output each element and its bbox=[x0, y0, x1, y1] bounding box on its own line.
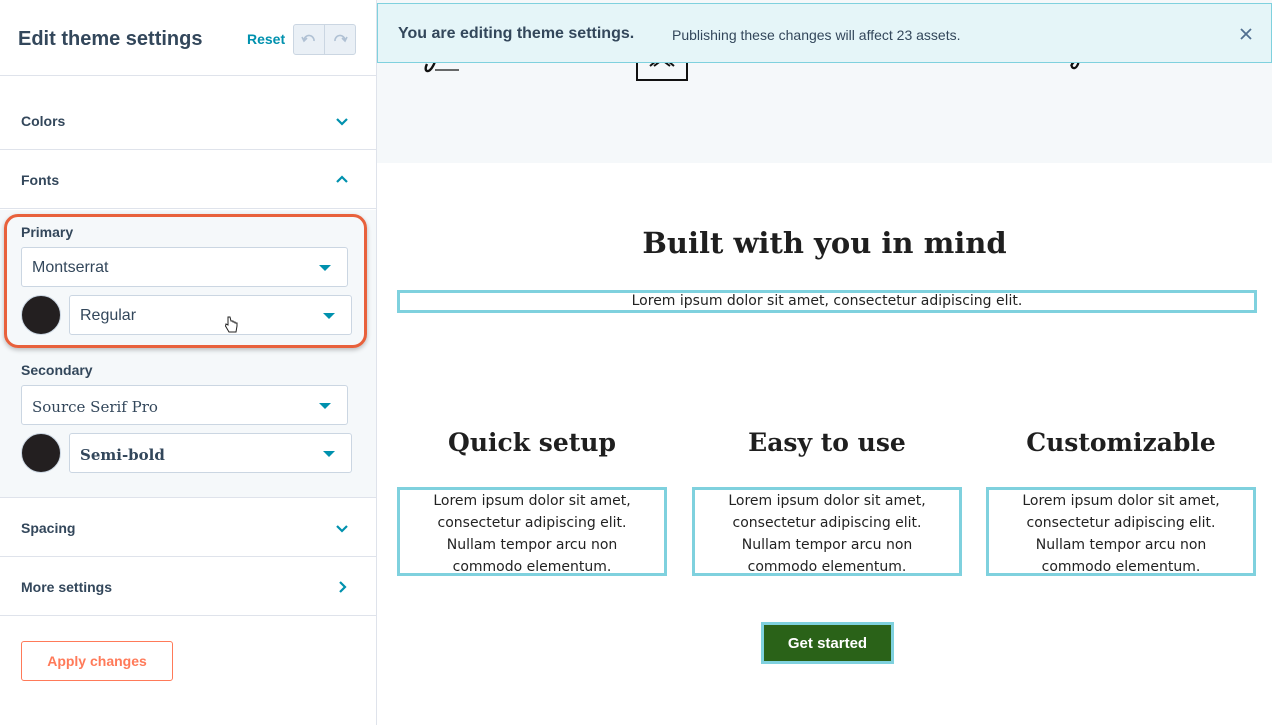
accordion-colors-label: Colors bbox=[21, 113, 66, 130]
secondary-font-family-value: Source Serif Pro bbox=[32, 398, 158, 416]
secondary-font-label: Secondary bbox=[21, 362, 93, 378]
apply-changes-button[interactable]: Apply changes bbox=[21, 641, 173, 681]
banner-message: Publishing these changes will affect 23 … bbox=[672, 27, 961, 43]
secondary-font-weight-value: Semi-bold bbox=[80, 446, 165, 464]
accordion-spacing-label: Spacing bbox=[21, 520, 76, 537]
secondary-font-family-select[interactable]: Source Serif Pro bbox=[21, 385, 348, 425]
undo-redo-group bbox=[293, 24, 356, 55]
caret-down-icon bbox=[319, 265, 331, 271]
secondary-font-color-swatch[interactable] bbox=[21, 433, 61, 473]
accordion-fonts-label: Fonts bbox=[21, 172, 60, 189]
close-icon[interactable] bbox=[1239, 27, 1253, 41]
primary-font-color-swatch[interactable] bbox=[21, 295, 61, 335]
more-settings-item[interactable]: More settings bbox=[0, 557, 376, 616]
banner-title: You are editing theme settings. bbox=[398, 25, 635, 42]
feature-title-easy-to-use: Easy to use bbox=[748, 428, 906, 457]
get-started-button[interactable]: Get started bbox=[761, 622, 894, 664]
hero-subtext[interactable]: Lorem ipsum dolor sit amet, consectetur … bbox=[397, 290, 1257, 313]
primary-font-family-value: Montserrat bbox=[32, 259, 109, 276]
feature-text-customizable[interactable]: Lorem ipsum dolor sit amet, consectetur … bbox=[986, 487, 1256, 576]
primary-font-family-select[interactable]: Montserrat bbox=[21, 247, 348, 287]
editing-banner: You are editing theme settings. Publishi… bbox=[377, 3, 1272, 63]
feature-text-quick-setup[interactable]: Lorem ipsum dolor sit amet, consectetur … bbox=[397, 487, 667, 576]
sidebar-title: Edit theme settings bbox=[18, 28, 203, 50]
accordion-spacing[interactable]: Spacing bbox=[0, 498, 376, 557]
chevron-up-icon bbox=[336, 175, 348, 183]
hero-heading: Built with you in mind bbox=[642, 226, 1007, 260]
undo-icon bbox=[301, 34, 316, 42]
fonts-panel: Primary Montserrat Regular Secondary Sou… bbox=[0, 210, 376, 498]
reset-button[interactable]: Reset bbox=[247, 31, 285, 47]
more-settings-label: More settings bbox=[21, 579, 113, 596]
feature-title-quick-setup: Quick setup bbox=[448, 428, 616, 457]
chevron-down-icon bbox=[336, 118, 348, 126]
primary-font-label: Primary bbox=[21, 224, 74, 240]
theme-settings-sidebar: Edit theme settings Reset Colors Fonts P… bbox=[0, 0, 377, 725]
sidebar-header: Edit theme settings Reset bbox=[0, 0, 376, 76]
caret-down-icon bbox=[323, 313, 335, 319]
caret-down-icon bbox=[319, 403, 331, 409]
chevron-right-icon bbox=[339, 581, 347, 593]
theme-preview: You are editing theme settings. Publishi… bbox=[377, 0, 1272, 725]
primary-font-weight-select[interactable]: Regular bbox=[69, 295, 352, 335]
accordion-colors[interactable]: Colors bbox=[0, 91, 376, 150]
feature-text-easy-to-use[interactable]: Lorem ipsum dolor sit amet, consectetur … bbox=[692, 487, 962, 576]
redo-button[interactable] bbox=[324, 25, 355, 54]
redo-icon bbox=[334, 34, 348, 42]
accordion-fonts[interactable]: Fonts bbox=[0, 150, 376, 209]
chevron-down-icon bbox=[336, 525, 348, 533]
primary-font-weight-value: Regular bbox=[80, 307, 137, 324]
caret-down-icon bbox=[323, 451, 335, 457]
undo-button[interactable] bbox=[294, 25, 324, 54]
feature-title-customizable: Customizable bbox=[1026, 428, 1216, 457]
secondary-font-weight-select[interactable]: Semi-bold bbox=[69, 433, 352, 473]
